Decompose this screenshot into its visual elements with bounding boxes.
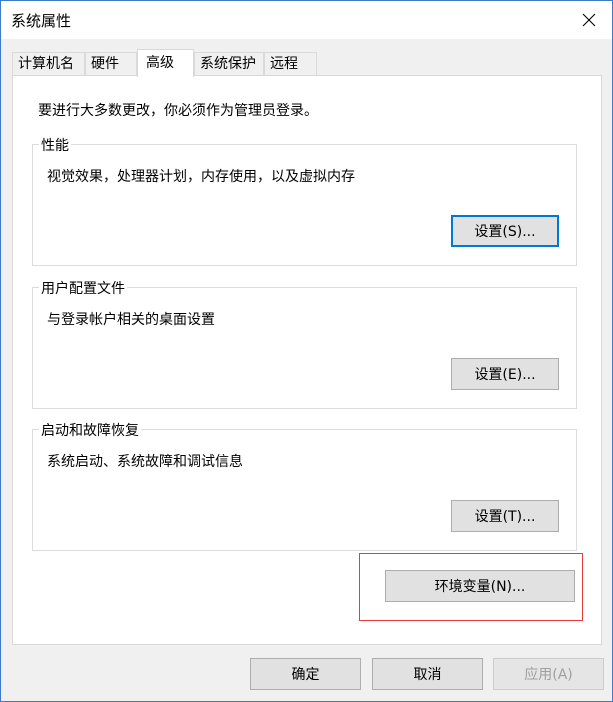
performance-group-title: 性能 (39, 135, 71, 155)
tab-hardware[interactable]: 硬件 (85, 52, 137, 76)
close-icon (582, 13, 596, 27)
title-bar[interactable]: 系统属性 (1, 1, 612, 39)
startup-recovery-group: 启动和故障恢复 系统启动、系统故障和调试信息 设置(T)... (32, 420, 577, 551)
system-properties-window: 系统属性 计算机名 硬件 高级 系统保护 远程 要进行大多数更改，你必须作为管理… (0, 0, 613, 702)
user-profiles-group-title: 用户配置文件 (39, 278, 127, 298)
tab-remote[interactable]: 远程 (264, 52, 317, 76)
cancel-button[interactable]: 取消 (372, 658, 483, 690)
user-profiles-group: 用户配置文件 与登录帐户相关的桌面设置 设置(E)... (32, 278, 577, 409)
user-profiles-description: 与登录帐户相关的桌面设置 (47, 312, 215, 328)
startup-recovery-description: 系统启动、系统故障和调试信息 (47, 454, 243, 470)
startup-recovery-group-title: 启动和故障恢复 (39, 420, 141, 440)
advanced-tab-panel: 要进行大多数更改，你必须作为管理员登录。 性能 视觉效果，处理器计划，内存使用，… (12, 75, 602, 645)
close-button[interactable] (566, 1, 612, 39)
tab-advanced[interactable]: 高级 (137, 49, 194, 77)
window-title: 系统属性 (11, 12, 72, 30)
apply-button[interactable]: 应用(A) (493, 658, 604, 690)
startup-recovery-settings-button[interactable]: 设置(T)... (451, 500, 559, 532)
environment-variables-button[interactable]: 环境变量(N)... (385, 570, 575, 602)
tab-system-protection[interactable]: 系统保护 (194, 52, 264, 76)
performance-settings-button[interactable]: 设置(S)... (451, 215, 559, 247)
admin-note: 要进行大多数更改，你必须作为管理员登录。 (38, 103, 318, 119)
ok-button[interactable]: 确定 (250, 658, 361, 690)
tab-computer-name[interactable]: 计算机名 (12, 52, 85, 76)
performance-description: 视觉效果，处理器计划，内存使用，以及虚拟内存 (47, 169, 355, 185)
performance-group: 性能 视觉效果，处理器计划，内存使用，以及虚拟内存 设置(S)... (32, 135, 577, 266)
user-profiles-settings-button[interactable]: 设置(E)... (451, 358, 559, 390)
